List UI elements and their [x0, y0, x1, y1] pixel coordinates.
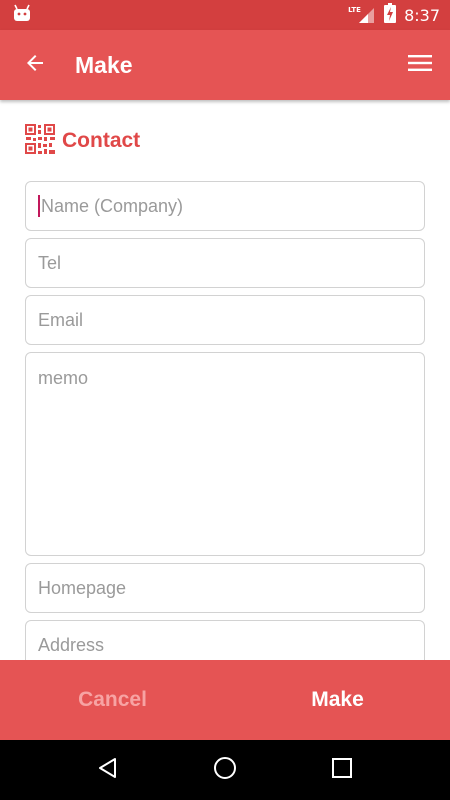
nav-back-button[interactable] [78, 740, 138, 800]
tel-placeholder: Tel [38, 252, 62, 273]
tel-field[interactable]: Tel [25, 238, 425, 288]
qr-code-icon [25, 124, 55, 158]
back-button[interactable] [0, 30, 70, 100]
name-field[interactable]: Name (Company) [25, 181, 425, 231]
text-cursor [38, 195, 40, 217]
back-triangle-icon [96, 756, 120, 784]
lte-signal-icon: LTE [348, 6, 376, 24]
android-icon [12, 4, 32, 26]
nav-home-button[interactable] [195, 740, 255, 800]
status-bar: LTE 8:37 [0, 0, 450, 30]
app-bar: Make [0, 30, 450, 100]
address-placeholder: Address [38, 634, 105, 655]
email-placeholder: Email [38, 309, 84, 330]
email-field[interactable]: Email [25, 295, 425, 345]
hamburger-menu-icon [408, 54, 432, 76]
homepage-field[interactable]: Homepage [25, 563, 425, 613]
name-placeholder: Name (Company) [41, 195, 184, 216]
home-circle-icon [213, 756, 237, 784]
section-title: Contact [62, 129, 141, 152]
system-nav-bar [0, 740, 450, 800]
nav-recents-button[interactable] [312, 740, 372, 800]
bottom-action-bar: Cancel Make [0, 660, 450, 740]
make-button[interactable]: Make [225, 660, 450, 740]
page-title: Make [75, 51, 133, 78]
menu-button[interactable] [390, 30, 450, 100]
status-time: 8:37 [404, 5, 440, 25]
memo-placeholder: memo [38, 368, 89, 388]
section-header: Contact [25, 124, 141, 158]
form-content[interactable]: Contact Name (Company) Tel Email memo Ho… [0, 100, 450, 660]
memo-field[interactable]: memo [25, 352, 425, 556]
homepage-placeholder: Homepage [38, 577, 127, 598]
arrow-left-icon [23, 51, 47, 79]
cancel-button[interactable]: Cancel [0, 660, 225, 740]
battery-charging-icon [384, 3, 397, 27]
recents-square-icon [331, 757, 353, 783]
address-field[interactable]: Address [25, 620, 425, 660]
